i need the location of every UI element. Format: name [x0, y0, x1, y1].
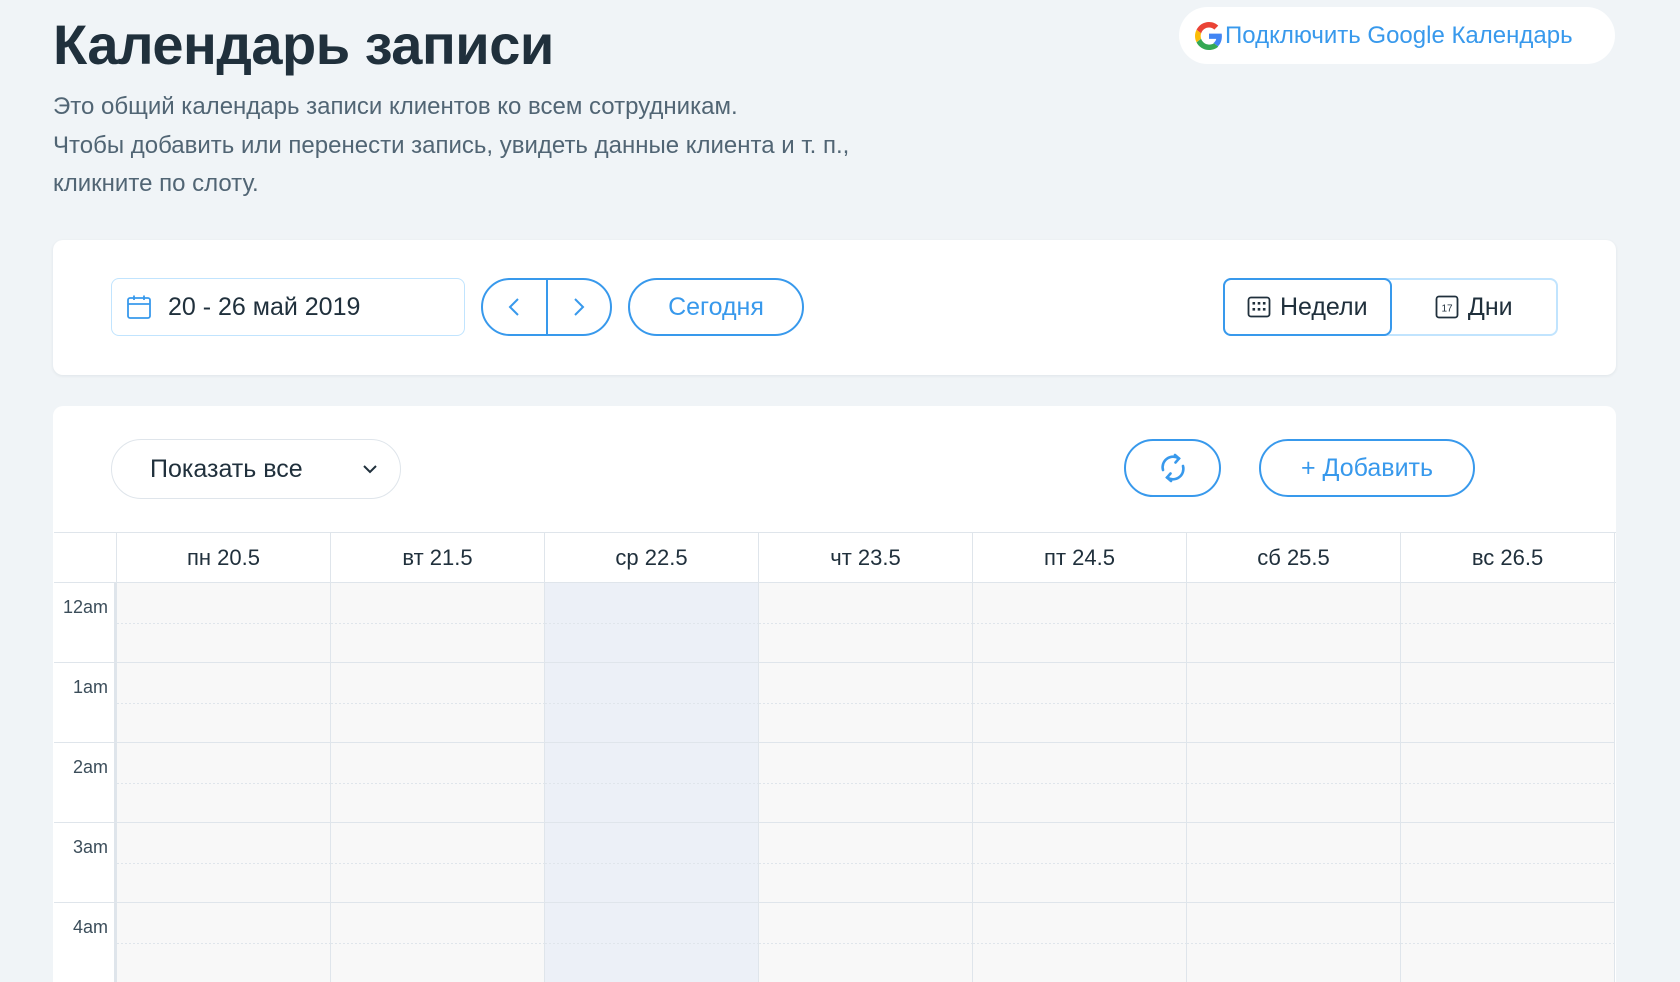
time-slot[interactable] [973, 823, 1186, 903]
day-header[interactable]: вт 21.5 [331, 533, 545, 582]
time-slot[interactable] [973, 663, 1186, 743]
hour-label: 12am [54, 583, 114, 663]
time-slot[interactable] [1401, 903, 1614, 982]
day-header-row: пн 20.5 вт 21.5 ср 22.5 чт 23.5 пт 24.5 … [54, 533, 1616, 583]
description-line: Чтобы добавить или перенести запись, уви… [53, 131, 850, 159]
time-slot[interactable] [1401, 743, 1614, 823]
time-slot[interactable] [1187, 743, 1400, 823]
time-slot[interactable] [545, 903, 758, 982]
time-slot[interactable] [1401, 663, 1614, 743]
time-slot[interactable] [759, 583, 972, 663]
day-header[interactable]: ср 22.5 [545, 533, 759, 582]
week-grid-icon [1247, 296, 1271, 318]
time-slot[interactable] [117, 743, 330, 823]
refresh-button[interactable] [1124, 439, 1221, 497]
next-week-button[interactable] [548, 280, 611, 334]
description-line: Это общий календарь записи клиентов ко в… [53, 93, 738, 120]
date-range-picker[interactable]: 20 - 26 май 2019 [111, 278, 465, 336]
day-column-today[interactable] [545, 583, 759, 982]
time-slot[interactable] [1401, 823, 1614, 903]
day-header[interactable]: вс 26.5 [1401, 533, 1615, 582]
time-slot[interactable] [331, 663, 544, 743]
calendar-icon [127, 295, 151, 319]
time-slot[interactable] [973, 903, 1186, 982]
today-button[interactable]: Сегодня [628, 278, 804, 336]
time-slot[interactable] [759, 903, 972, 982]
google-icon [1195, 21, 1222, 50]
day-calendar-icon: 17 [1435, 295, 1459, 319]
time-slot[interactable] [1187, 583, 1400, 663]
time-slot[interactable] [1187, 663, 1400, 743]
day-column[interactable] [117, 583, 331, 982]
hour-label: 1am [54, 663, 114, 743]
day-header[interactable]: сб 25.5 [1187, 533, 1401, 582]
time-slot[interactable] [331, 823, 544, 903]
day-view-tab[interactable]: 17 Дни [1392, 280, 1557, 334]
date-range-value: 20 - 26 май 2019 [168, 292, 361, 321]
connect-google-calendar-label: Подключить Google Календарь [1225, 21, 1573, 49]
toolbar-card: 20 - 26 май 2019 Сегодня Недели 17 Дни [53, 240, 1616, 375]
hour-label: 2am [54, 743, 114, 823]
week-view-tab[interactable]: Недели [1223, 278, 1392, 336]
time-slot[interactable] [1401, 583, 1614, 663]
day-column[interactable] [973, 583, 1187, 982]
week-view-label: Недели [1279, 292, 1368, 321]
time-slot[interactable] [331, 743, 544, 823]
time-column: 12am 1am 2am 3am 4am [54, 583, 117, 982]
time-slot[interactable] [331, 583, 544, 663]
time-slot[interactable] [331, 903, 544, 982]
day-header[interactable]: чт 23.5 [759, 533, 973, 582]
grid-body: 12am 1am 2am 3am 4am [54, 583, 1616, 982]
time-slot[interactable] [117, 663, 330, 743]
chevron-down-icon [363, 465, 377, 474]
day-column[interactable] [1401, 583, 1615, 982]
time-slot[interactable] [1187, 823, 1400, 903]
description-line: кликните по слоту. [53, 170, 259, 197]
add-appointment-button[interactable]: + Добавить [1259, 439, 1475, 497]
page-title: Календарь записи [53, 13, 554, 76]
booking-calendar-page: Календарь записи Это общий календарь зап… [0, 0, 1680, 982]
time-slot[interactable] [759, 743, 972, 823]
day-icon-number: 17 [1441, 304, 1453, 315]
staff-filter-dropdown[interactable]: Показать все [111, 439, 401, 499]
day-header[interactable]: пт 24.5 [973, 533, 1187, 582]
week-grid: пн 20.5 вт 21.5 ср 22.5 чт 23.5 пт 24.5 … [54, 532, 1616, 982]
time-slot[interactable] [545, 663, 758, 743]
time-slot[interactable] [1187, 903, 1400, 982]
time-slot[interactable] [117, 823, 330, 903]
chevron-left-icon [508, 298, 519, 316]
week-navigation [481, 278, 612, 336]
day-header[interactable]: пн 20.5 [117, 533, 331, 582]
refresh-icon [1160, 453, 1185, 483]
connect-google-calendar-button[interactable]: Подключить Google Календарь [1179, 7, 1615, 64]
page-description: Это общий календарь записи клиентов ко в… [53, 88, 933, 204]
day-column[interactable] [331, 583, 545, 982]
day-column[interactable] [759, 583, 973, 982]
day-view-label: Дни [1467, 292, 1513, 321]
chevron-right-icon [574, 298, 585, 316]
time-slot[interactable] [759, 823, 972, 903]
time-slot[interactable] [545, 583, 758, 663]
day-column[interactable] [1187, 583, 1401, 982]
time-slot[interactable] [117, 903, 330, 982]
time-slot[interactable] [117, 583, 330, 663]
time-slot[interactable] [545, 823, 758, 903]
time-slot[interactable] [973, 743, 1186, 823]
time-slot[interactable] [759, 663, 972, 743]
hour-label: 3am [54, 823, 114, 903]
staff-filter-value: Показать все [150, 454, 303, 483]
view-toggle: Недели 17 Дни [1223, 278, 1558, 336]
grid-corner [54, 533, 117, 582]
hour-label: 4am [54, 903, 114, 982]
calendar-card: Показать все + Добавить пн 20.5 вт 21.5 … [53, 406, 1616, 982]
previous-week-button[interactable] [483, 280, 546, 334]
time-slot[interactable] [973, 583, 1186, 663]
time-slot[interactable] [545, 743, 758, 823]
